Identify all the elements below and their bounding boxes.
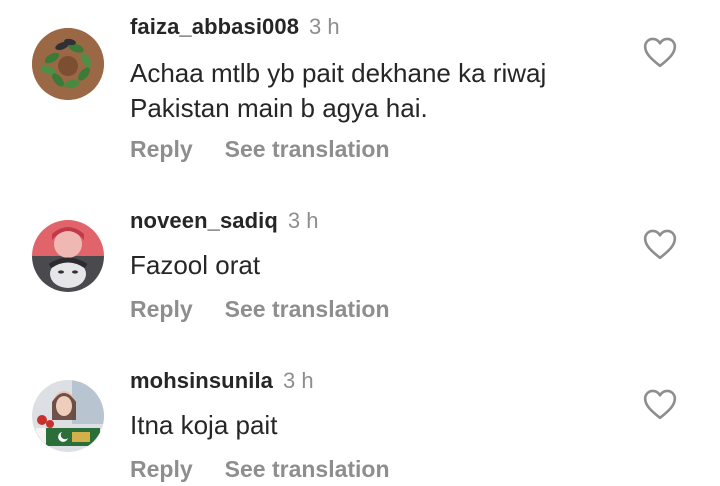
leaf-wreath-avatar-icon [32,28,104,100]
reply-button[interactable]: Reply [130,296,193,322]
comment-timestamp: 3 h [287,208,319,233]
see-translation-button[interactable]: See translation [225,296,390,322]
comment-item: faiza_abbasi008 3 h Achaa mtlb yb pait de… [0,0,720,190]
flag-portrait-avatar-icon [32,380,104,452]
comment-text: Achaa mtlb yb pait dekhane ka riwaj Paki… [130,56,630,126]
comment-text-line: Pakistan main b agya hai. [130,93,428,123]
reply-button[interactable]: Reply [130,136,193,162]
comment-text: Fazool orat [130,248,630,283]
comment-text: Itna koja pait [130,408,630,443]
comment-text-line: Achaa mtlb yb pait dekhane ka riwaj [130,58,547,88]
avatar[interactable] [32,380,104,452]
comment-header: faiza_abbasi008 3 h [130,14,340,40]
comment-header: noveen_sadiq 3 h [130,208,319,234]
heart-outline-icon [643,389,677,420]
comment-item: mohsinsunila 3 h Itna koja pait Reply See … [0,350,720,486]
comment-text-line: Itna koja pait [130,410,278,440]
see-translation-button[interactable]: See translation [225,456,390,482]
like-button[interactable] [642,388,678,420]
comment-actions: Reply See translation [130,456,390,483]
comment-text-line: Fazool orat [130,250,261,280]
comment-actions: Reply See translation [130,296,390,323]
heart-outline-icon [643,37,677,68]
comment-timestamp: 3 h [283,368,314,393]
like-button[interactable] [642,36,678,68]
comment-item: noveen_sadiq 3 h Fazool orat Reply See tra… [0,190,720,350]
avatar[interactable] [32,28,104,100]
username-link[interactable]: faiza_abbasi008 [130,14,299,39]
comment-actions: Reply See translation [130,136,390,163]
see-translation-button[interactable]: See translation [225,136,390,162]
username-link[interactable]: noveen_sadiq [130,208,278,233]
comment-header: mohsinsunila 3 h [130,368,314,394]
reply-button[interactable]: Reply [130,456,193,482]
heart-outline-icon [643,229,677,260]
portrait-collage-avatar-icon [32,220,104,292]
username-link[interactable]: mohsinsunila [130,368,273,393]
comment-timestamp: 3 h [309,14,340,39]
like-button[interactable] [642,228,678,260]
avatar[interactable] [32,220,104,292]
